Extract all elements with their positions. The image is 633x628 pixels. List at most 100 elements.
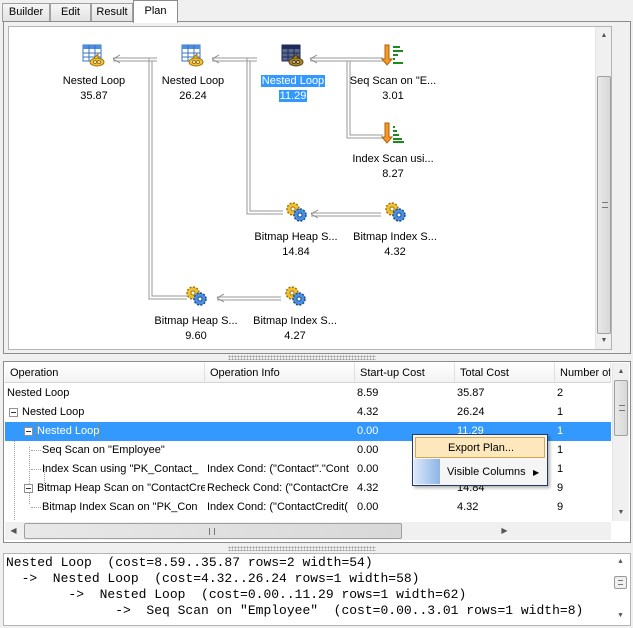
plan-node-index-scan[interactable]: Index Scan usi... 8.27 [343,122,443,182]
plan-text-view[interactable]: Nested Loop (cost=8.59..35.87 rows=2 wid… [3,553,631,626]
cell-startup-cost: 8.59 [357,387,379,399]
plan-diagram-panel: Nested Loop 35.87 Nested Loop 26.24 Nest… [3,21,631,354]
menu-item-label: Export Plan... [448,442,515,454]
table-row[interactable]: Nested Loop 4.32 26.24 1 [5,403,611,422]
splitter-grip[interactable] [228,355,376,360]
gears-icon [186,286,207,306]
cell-operation: Bitmap Heap Scan on "EmployeeAddr [5,517,205,521]
scroll-up-icon[interactable]: ▲ [613,363,629,380]
scroll-left-icon[interactable]: ◀ [5,522,22,540]
node-label: Bitmap Index S... [353,231,437,243]
scroll-up-icon[interactable]: ▲ [612,554,629,571]
plan-diagram-canvas: Nested Loop 35.87 Nested Loop 26.24 Nest… [8,26,612,350]
tab-edit[interactable]: Edit [50,3,91,22]
cell-total-cost: 9.60 [457,517,553,521]
tree-line [31,507,41,508]
column-header-operation-info[interactable]: Operation Info [205,363,355,383]
cell-number-of: 2 [557,387,564,399]
splitter-grip[interactable] [228,546,376,551]
cell-total-cost: 4.32 [457,501,479,513]
collapse-icon[interactable] [24,427,33,436]
tab-bar: Builder Edit Result Plan [0,0,633,23]
menu-item-export-plan[interactable]: Export Plan... [415,437,545,458]
cell-operation-info: Index Cond: ("ContactCredit( [207,501,348,513]
text-vertical-scrollbar[interactable]: ▲ ▼ [612,554,629,625]
table-row[interactable]: Nested Loop 8.59 35.87 2 [5,384,611,403]
cell-startup-cost: 4.27 [357,517,453,521]
column-header-number-of[interactable]: Number of [555,363,611,383]
plan-text-line: -> Nested Loop (cost=0.00..11.29 rows=1 … [6,587,467,602]
plan-node-bitmap-heap-scan[interactable]: Bitmap Heap S... 9.60 [146,284,246,344]
node-cost: 3.01 [382,90,404,102]
plan-node-bitmap-index-scan[interactable]: Bitmap Index S... 4.32 [345,200,445,260]
tree-line [31,469,41,470]
operation-text: Nested Loop [35,422,101,441]
cell-total-cost: 35.87 [457,387,485,399]
scroll-up-icon[interactable]: ▲ [596,27,611,44]
nested-loop-icon [181,44,204,67]
tab-result[interactable]: Result [91,3,133,22]
scroll-right-icon[interactable]: ▶ [496,522,513,540]
submenu-arrow-icon: ▶ [533,468,540,477]
cell-startup-cost: 0.00 [357,501,379,513]
plan-node-nested-loop[interactable]: Nested Loop 35.87 [44,44,144,104]
plan-node-bitmap-index-scan[interactable]: Bitmap Index S... 4.27 [245,284,345,344]
column-header-operation[interactable]: Operation [5,363,205,383]
column-header-total-cost[interactable]: Total Cost [455,363,555,383]
cell-operation: Nested Loop [5,422,205,441]
cell-number-of: 2 [557,517,609,521]
node-label: Bitmap Heap S... [254,231,338,243]
menu-item-visible-columns[interactable]: Visible Columns ▶ [415,462,545,483]
node-label: Nested Loop [260,75,326,87]
nested-loop-icon [281,44,304,67]
collapse-icon[interactable] [24,484,33,493]
collapse-icon[interactable] [9,408,18,417]
plan-node-nested-loop[interactable]: Nested Loop 26.24 [143,44,243,104]
cell-operation-info [207,441,353,460]
grid-vertical-scrollbar[interactable]: ▲ ▼ [612,363,629,521]
scrollbar-thumb[interactable] [24,523,402,539]
plan-text-line: Nested Loop (cost=8.59..35.87 rows=2 wid… [6,555,373,570]
tab-builder[interactable]: Builder [2,3,50,22]
node-cost: 9.60 [185,330,207,342]
scrollbar-thumb[interactable] [614,380,628,436]
node-cost: 4.27 [284,330,306,342]
plan-node-seq-scan[interactable]: Seq Scan on "E... 3.01 [343,44,443,104]
plan-text-line: -> Seq Scan on "Employee" (cost=0.00..3.… [6,603,584,618]
gears-icon [385,202,406,222]
grid-horizontal-scrollbar[interactable]: ◀ ▶ [5,522,611,540]
grid-header: Operation Operation Info Start-up Cost T… [5,363,611,383]
node-label: Seq Scan on "E... [349,75,437,87]
tree-line [31,450,41,451]
table-row[interactable]: Bitmap Heap Scan on "EmployeeAddrRecheck… [5,517,611,521]
operation-text: Nested Loop [22,406,85,418]
node-label: Nested Loop [62,75,126,87]
column-header-startup-cost[interactable]: Start-up Cost [355,363,455,383]
nested-loop-icon [82,44,105,67]
cell-operation: Nested Loop [5,403,205,422]
plan-node-nested-loop-selected[interactable]: Nested Loop 11.29 [243,44,343,104]
plan-text-line: -> Nested Loop (cost=4.32..26.24 rows=1 … [6,571,420,586]
node-label: Nested Loop [161,75,225,87]
cell-operation-info: Index Cond: ("Contact"."Cont [207,463,349,475]
operation-text: Bitmap Heap Scan on "ContactCre [37,482,205,494]
table-row[interactable]: Bitmap Index Scan on "PK_Con Index Cond: … [5,498,611,517]
scrollbar-thumb[interactable] [597,76,611,334]
seq-scan-icon [380,44,403,66]
node-cost: 4.32 [384,246,406,258]
scroll-down-icon[interactable]: ▼ [612,608,629,625]
tab-plan[interactable]: Plan [133,0,178,23]
cell-number-of: 9 [557,482,564,494]
scroll-down-icon[interactable]: ▼ [613,504,629,521]
index-scan-icon [380,122,404,144]
cell-number-of: 1 [557,444,564,456]
gears-icon [286,202,307,222]
cell-number-of: 1 [557,406,564,418]
scrollbar-thumb[interactable] [614,576,627,589]
menu-item-label: Visible Columns [447,466,526,478]
cell-operation: Index Scan using "PK_Contact_ [5,460,205,479]
node-cost: 14.84 [282,246,310,258]
scroll-down-icon[interactable]: ▼ [596,332,611,349]
plan-vertical-scrollbar[interactable]: ▲ ▼ [595,27,611,349]
plan-node-bitmap-heap-scan[interactable]: Bitmap Heap S... 14.84 [246,200,346,260]
